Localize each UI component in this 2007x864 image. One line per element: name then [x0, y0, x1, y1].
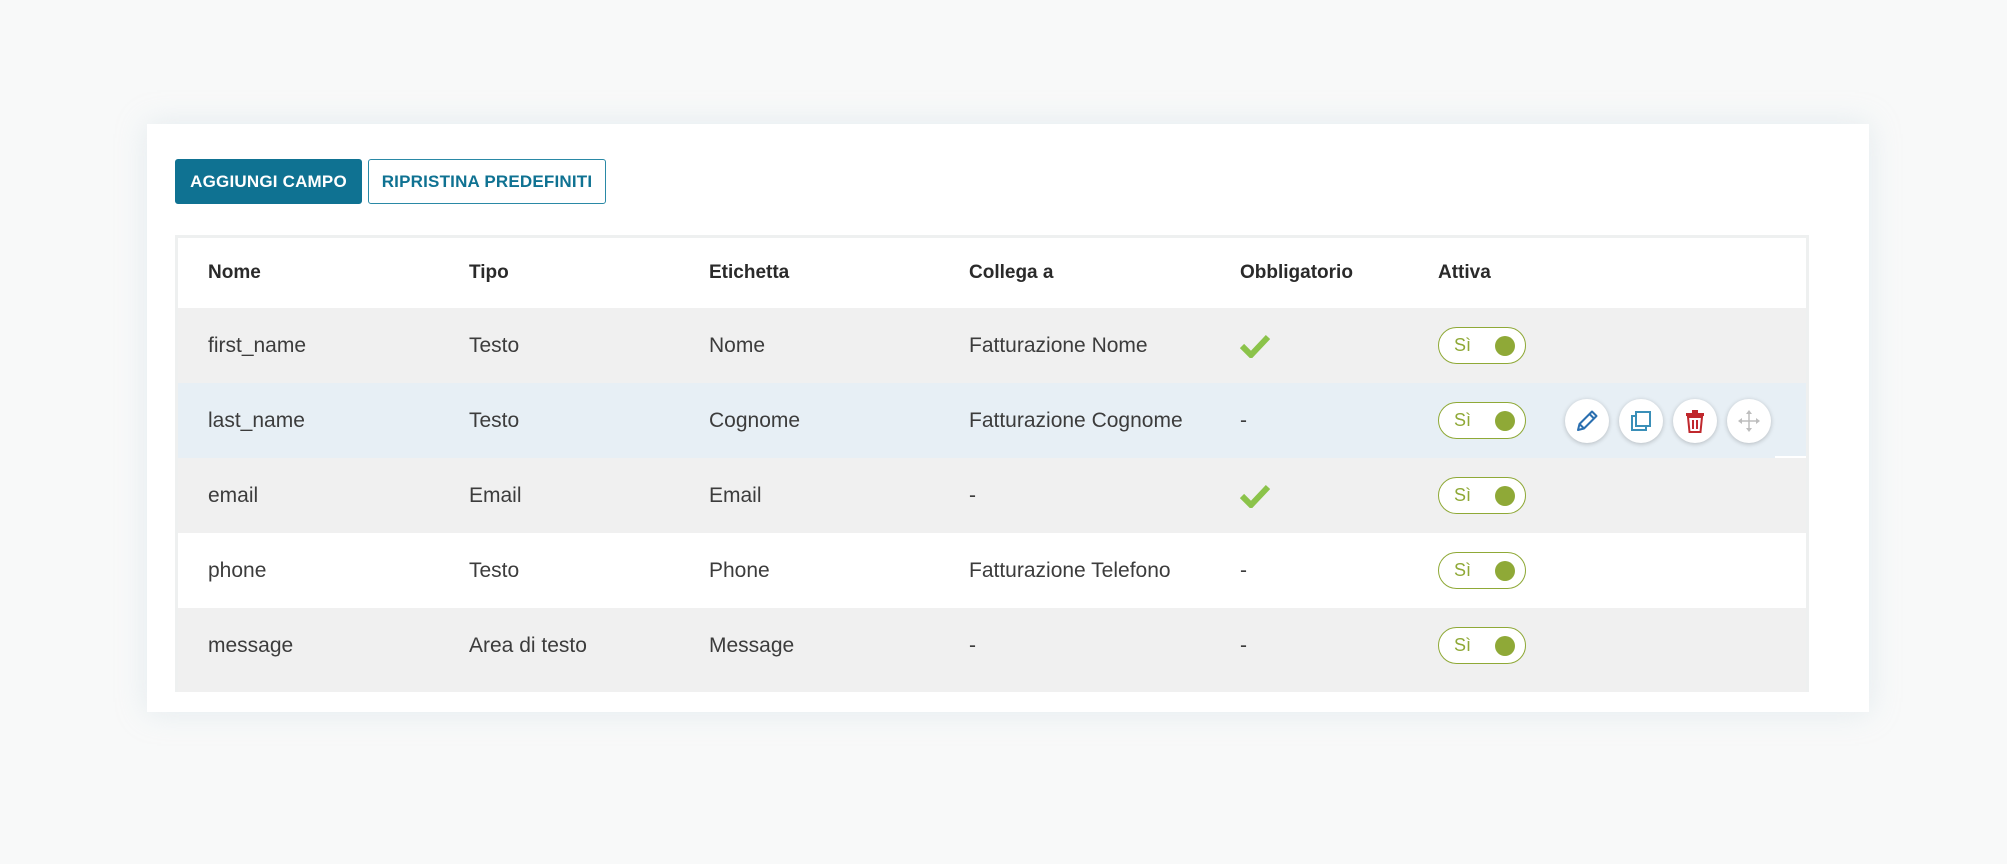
field-active: Sì	[1438, 608, 1526, 683]
field-type: Testo	[469, 558, 520, 582]
field-label: Phone	[709, 558, 770, 582]
field-link: Fatturazione Nome	[969, 333, 1148, 357]
field-type: Testo	[469, 333, 520, 357]
field-name: message	[208, 633, 294, 657]
field-required: -	[1240, 408, 1247, 432]
restore-defaults-button[interactable]: RIPRISTINA PREDEFINITI	[368, 159, 606, 204]
column-header-etichetta: Etichetta	[709, 262, 790, 283]
toggle-label: Sì	[1454, 635, 1472, 655]
delete-icon[interactable]	[1673, 398, 1717, 443]
field-label: Nome	[709, 333, 766, 357]
field-active: Sì	[1438, 458, 1526, 533]
field-required	[1240, 458, 1270, 533]
table-row[interactable]: phone Testo Phone Fatturazione Telefono …	[178, 533, 1806, 608]
field-name: email	[208, 483, 259, 507]
active-toggle[interactable]: Sì	[1438, 402, 1526, 439]
toggle-knob	[1495, 411, 1515, 431]
toggle-label: Sì	[1454, 560, 1472, 580]
column-header-obbligatorio: Obbligatorio	[1240, 262, 1353, 283]
field-label: Message	[709, 633, 795, 657]
field-link: -	[969, 633, 976, 657]
toggle-knob	[1495, 636, 1515, 656]
field-active: Sì	[1438, 383, 1526, 458]
add-field-button[interactable]: AGGIUNGI CAMPO	[175, 159, 362, 204]
field-name: first_name	[208, 333, 307, 357]
field-name: phone	[208, 558, 267, 582]
column-header-attiva: Attiva	[1438, 262, 1491, 283]
toggle-knob	[1495, 561, 1515, 581]
active-toggle[interactable]: Sì	[1438, 627, 1526, 664]
field-link: Fatturazione Cognome	[969, 408, 1183, 432]
field-type: Email	[469, 483, 522, 507]
column-header-nome: Nome	[208, 262, 261, 283]
table-row[interactable]: first_name Testo Nome Fatturazione Nome …	[178, 308, 1806, 383]
checkmark-icon	[1240, 334, 1270, 358]
table-row[interactable]: last_name Testo Cognome Fatturazione Cog…	[178, 383, 1806, 458]
toggle-label: Sì	[1454, 410, 1472, 430]
field-label: Cognome	[709, 408, 801, 432]
field-name: last_name	[208, 408, 305, 432]
move-icon[interactable]	[1727, 398, 1771, 443]
column-header-collega: Collega a	[969, 262, 1054, 283]
toggle-label: Sì	[1454, 485, 1472, 505]
checkmark-icon	[1240, 484, 1270, 508]
field-required: -	[1240, 633, 1247, 657]
column-header-tipo: Tipo	[469, 262, 509, 283]
fields-table: Nome Tipo Etichetta Collega a Obbligator…	[175, 235, 1809, 692]
row-actions	[1565, 383, 1771, 458]
active-toggle[interactable]: Sì	[1438, 327, 1526, 364]
table-row[interactable]: message Area di testo Message - - Sì	[178, 608, 1806, 692]
field-required	[1240, 308, 1270, 383]
field-active: Sì	[1438, 308, 1526, 383]
field-link: -	[969, 483, 976, 507]
toggle-knob	[1495, 336, 1515, 356]
toggle-label: Sì	[1454, 335, 1472, 355]
field-label: Email	[709, 483, 762, 507]
toggle-knob	[1495, 486, 1515, 506]
active-toggle[interactable]: Sì	[1438, 477, 1526, 514]
edit-icon[interactable]	[1565, 398, 1609, 443]
field-type: Testo	[469, 408, 520, 432]
table-row[interactable]: email Email Email - Sì	[178, 458, 1806, 533]
field-link: Fatturazione Telefono	[969, 558, 1171, 582]
field-active: Sì	[1438, 533, 1526, 608]
field-required: -	[1240, 558, 1247, 582]
active-toggle[interactable]: Sì	[1438, 552, 1526, 589]
duplicate-icon[interactable]	[1619, 398, 1663, 443]
field-type: Area di testo	[469, 633, 587, 657]
table-header: Nome Tipo Etichetta Collega a Obbligator…	[178, 238, 1806, 308]
form-fields-card: AGGIUNGI CAMPO RIPRISTINA PREDEFINITI No…	[147, 124, 1869, 712]
